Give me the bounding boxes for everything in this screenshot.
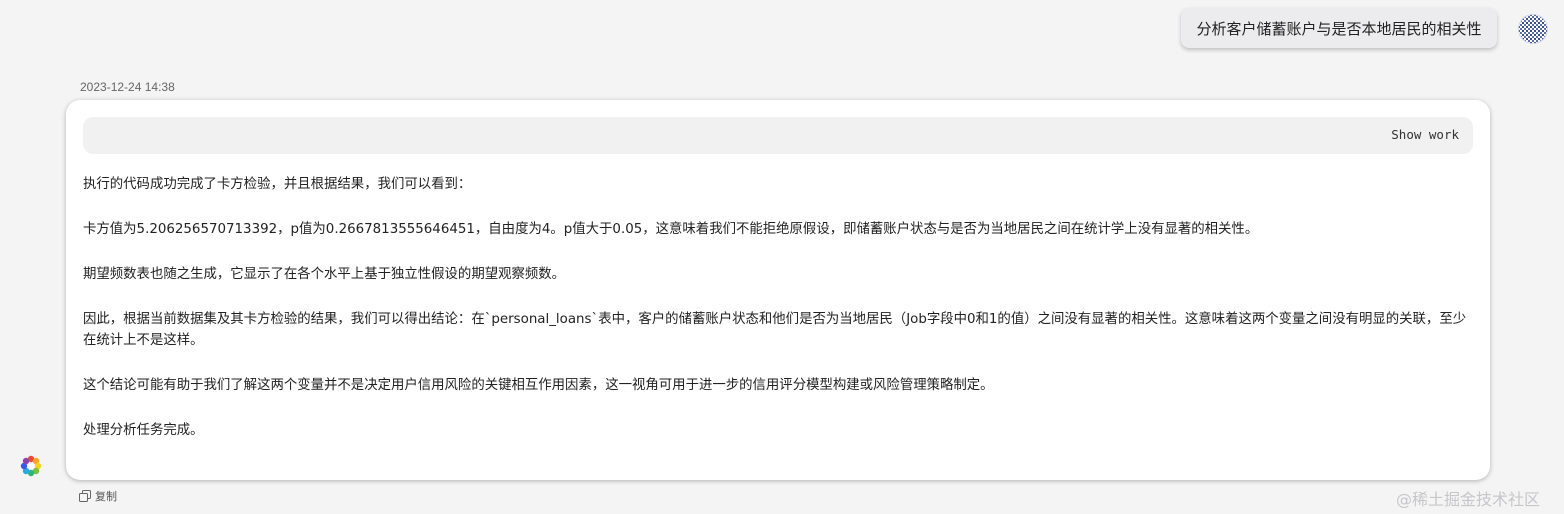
show-work-bar[interactable]: Show work [83, 117, 1473, 154]
copy-button[interactable]: 复制 [79, 488, 117, 504]
assistant-response-card: Show work 执行的代码成功完成了卡方检验，并且根据结果，我们可以看到： … [66, 100, 1490, 480]
copy-icon [79, 490, 91, 502]
user-avatar-icon[interactable] [1518, 14, 1548, 44]
response-paragraph: 执行的代码成功完成了卡方检验，并且根据结果，我们可以看到： [83, 177, 472, 192]
response-paragraph: 期望频数表也随之生成，它显示了在各个水平上基于独立性假设的期望观察频数。 [83, 267, 566, 282]
assistant-logo-icon [19, 454, 43, 478]
response-paragraph: 卡方值为5.206256570713392，p值为0.2667813555646… [83, 222, 1259, 237]
response-timestamp: 2023-12-24 14:38 [80, 80, 175, 94]
watermark: @稀土掘金技术社区 [1396, 490, 1541, 509]
user-message-text: 分析客户储蓄账户与是否本地居民的相关性 [1196, 19, 1482, 38]
response-body: 执行的代码成功完成了卡方检验，并且根据结果，我们可以看到： 卡方值为5.2062… [83, 174, 1478, 465]
response-paragraph: 因此，根据当前数据集及其卡方检验的结果，我们可以得出结论：在`personal_… [83, 312, 1467, 348]
show-work-button[interactable]: Show work [1391, 127, 1459, 142]
user-message-bubble: 分析客户储蓄账户与是否本地居民的相关性 [1181, 8, 1497, 48]
copy-label: 复制 [95, 490, 117, 503]
response-paragraph: 处理分析任务完成。 [83, 423, 204, 438]
response-paragraph: 这个结论可能有助于我们了解这两个变量并不是决定用户信用风险的关键相互作用因素，这… [83, 378, 994, 393]
